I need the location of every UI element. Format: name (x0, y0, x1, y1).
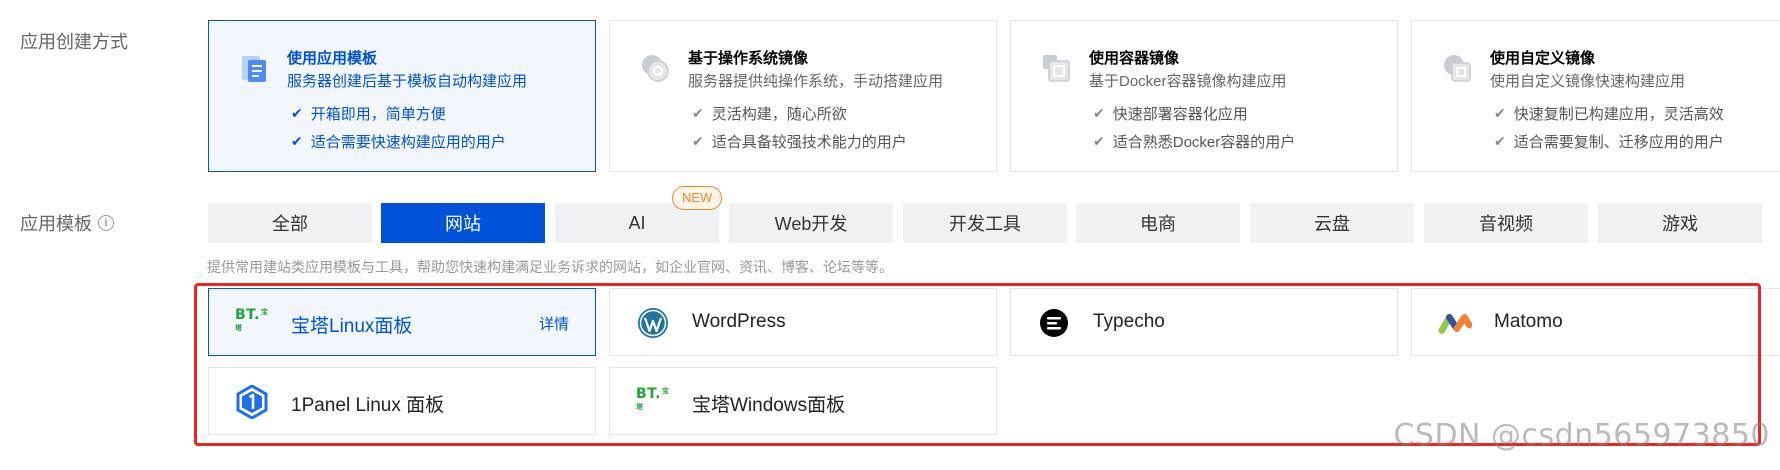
app-card-bt-linux[interactable]: BT.宝塔 宝塔Linux面板 详情 (208, 288, 596, 356)
method-title: 使用应用模板 (287, 50, 378, 67)
method-feature-text: 适合熟悉Docker容器的用户 (1112, 134, 1296, 151)
method-feature: ✔ 适合需要复制、迁移应用的用户 (1494, 131, 1724, 152)
tab-audio-video[interactable]: 音视频 (1424, 203, 1588, 243)
app-card-1panel[interactable]: 1Panel Linux 面板 (208, 367, 596, 435)
check-icon: ✔ (692, 133, 704, 149)
app-card-typecho[interactable]: Typecho (1010, 288, 1398, 356)
template-icon (242, 56, 266, 82)
method-feature-text: 快速复制已构建应用，灵活高效 (1513, 106, 1724, 123)
method-feature-text: 灵活构建，随心所欲 (711, 106, 847, 123)
bt-panel-icon: BT.宝塔 (636, 386, 670, 411)
method-desc: 使用自定义镜像快速构建应用 (1490, 73, 1686, 90)
method-title: 使用自定义镜像 (1490, 50, 1596, 67)
app-card-bt-windows[interactable]: BT.宝塔 宝塔Windows面板 (609, 367, 997, 435)
app-template-label-text: 应用模板 (20, 214, 92, 234)
category-hint: 提供常用建站类应用模板与工具，帮助您快速构建满足业务诉求的网站，如企业官网、资讯… (207, 259, 893, 275)
app-name: 1Panel Linux 面板 (291, 395, 445, 416)
check-icon: ✔ (1494, 133, 1506, 149)
method-feature: ✔ 开箱即用，简单方便 (291, 103, 446, 124)
tab-games[interactable]: 游戏 (1598, 203, 1762, 243)
container-image-icon (1043, 55, 1070, 82)
tab-ecommerce[interactable]: 电商 (1076, 203, 1240, 243)
check-icon: ✔ (692, 105, 704, 121)
new-badge: NEW (672, 186, 723, 210)
bt-panel-icon: BT.宝塔 (235, 307, 269, 332)
method-title: 使用容器镜像 (1089, 50, 1180, 67)
app-name: 宝塔Windows面板 (692, 395, 846, 416)
tab-website[interactable]: 网站 (381, 203, 545, 243)
method-feature-text: 适合需要复制、迁移应用的用户 (1513, 134, 1724, 151)
check-icon: ✔ (1093, 105, 1105, 121)
custom-image-icon (1444, 55, 1471, 82)
app-name: Matomo (1494, 311, 1563, 332)
method-desc: 服务器创建后基于模板自动构建应用 (287, 73, 528, 90)
method-feature-text: 开箱即用，简单方便 (310, 106, 446, 123)
tab-cloud-drive[interactable]: 云盘 (1250, 203, 1414, 243)
method-card-app-template[interactable]: 使用应用模板 服务器创建后基于模板自动构建应用 ✔ 开箱即用，简单方便 ✔ 适合需要… (208, 20, 596, 172)
tab-all[interactable]: 全部 (208, 203, 372, 243)
method-desc: 服务器提供纯操作系统，手动搭建应用 (688, 73, 944, 90)
check-icon: ✔ (291, 133, 303, 149)
method-feature-text: 适合需要快速构建应用的用户 (310, 134, 506, 151)
tab-web-dev[interactable]: Web开发 (729, 203, 893, 243)
method-feature-text: 适合具备较强技术能力的用户 (711, 134, 907, 151)
method-card-os-image[interactable]: 基于操作系统镜像 服务器提供纯操作系统，手动搭建应用 ✔ 灵活构建，随心所欲 ✔ 适… (609, 20, 997, 172)
watermark: CSDN @csdn565973850 (1393, 418, 1770, 453)
app-template-label: 应用模板 i (20, 210, 114, 236)
create-method-label: 应用创建方式 (20, 32, 128, 52)
method-feature: ✔ 适合熟悉Docker容器的用户 (1093, 131, 1295, 152)
method-feature: ✔ 快速部署容器化应用 (1093, 103, 1248, 124)
app-card-matomo[interactable]: Matomo (1411, 288, 1780, 356)
method-card-custom-image[interactable]: 使用自定义镜像 使用自定义镜像快速构建应用 ✔ 快速复制已构建应用，灵活高效 ✔ 适… (1411, 20, 1780, 172)
method-card-container-image[interactable]: 使用容器镜像 基于Docker容器镜像构建应用 ✔ 快速部署容器化应用 ✔ 适合熟悉… (1010, 20, 1398, 172)
method-title: 基于操作系统镜像 (688, 50, 809, 67)
check-icon: ✔ (1093, 133, 1105, 149)
method-feature: ✔ 适合需要快速构建应用的用户 (291, 131, 506, 152)
app-name: WordPress (692, 311, 786, 332)
check-icon: ✔ (1494, 105, 1506, 121)
method-feature-text: 快速部署容器化应用 (1112, 106, 1248, 123)
1panel-icon (235, 385, 269, 419)
tab-dev-tools[interactable]: 开发工具 (903, 203, 1067, 243)
wordpress-icon (636, 306, 670, 340)
method-desc: 基于Docker容器镜像构建应用 (1089, 73, 1287, 90)
method-feature: ✔ 适合具备较强技术能力的用户 (692, 131, 907, 152)
method-feature: ✔ 灵活构建，随心所欲 (692, 103, 847, 124)
os-image-icon (642, 55, 669, 82)
check-icon: ✔ (291, 105, 303, 121)
typecho-icon (1037, 306, 1071, 340)
method-feature: ✔ 快速复制已构建应用，灵活高效 (1494, 103, 1724, 124)
app-name: 宝塔Linux面板 (291, 316, 413, 337)
app-name: Typecho (1093, 311, 1165, 332)
info-icon[interactable]: i (98, 215, 114, 231)
detail-link[interactable]: 详情 (539, 313, 569, 334)
matomo-icon (1438, 306, 1472, 340)
app-card-wordpress[interactable]: WordPress (609, 288, 997, 356)
